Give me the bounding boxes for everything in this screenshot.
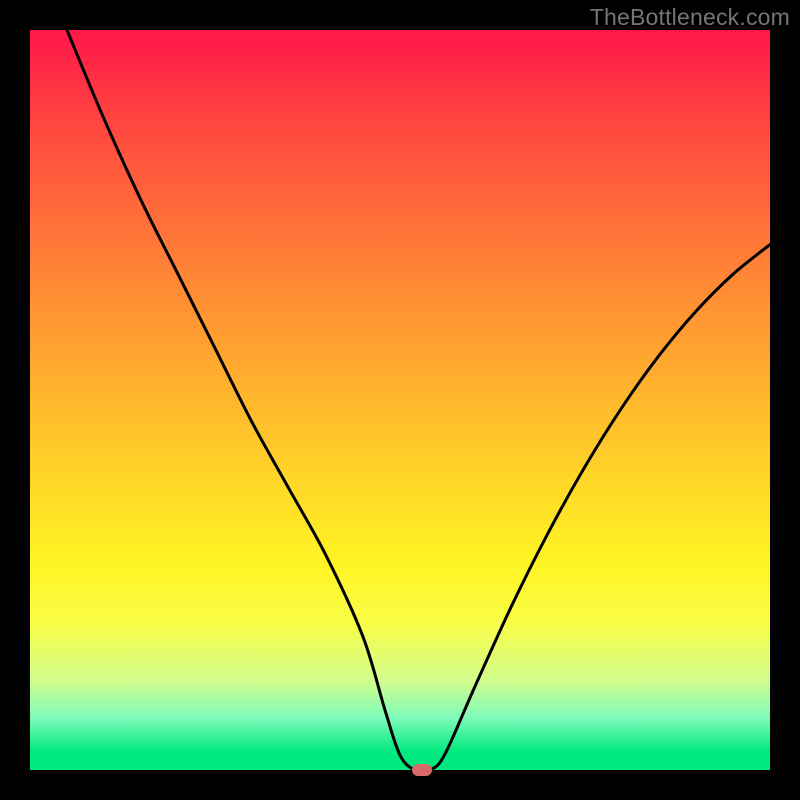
bottleneck-curve-path [67, 30, 770, 770]
chart-frame: TheBottleneck.com [0, 0, 800, 800]
watermark-text: TheBottleneck.com [590, 4, 790, 31]
optimum-marker [412, 764, 432, 776]
bottleneck-curve-svg [30, 30, 770, 770]
plot-area [30, 30, 770, 770]
